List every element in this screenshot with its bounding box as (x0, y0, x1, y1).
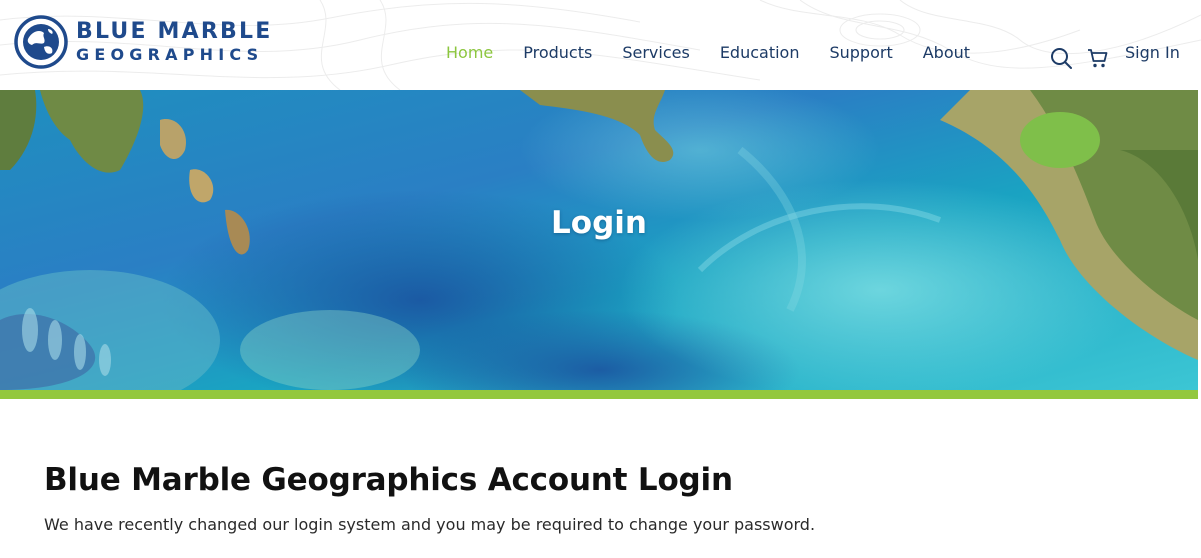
nav-item-support[interactable]: Support (829, 43, 892, 62)
accent-divider (0, 390, 1198, 399)
nav-item-education[interactable]: Education (720, 43, 800, 62)
cart-icon[interactable] (1087, 47, 1109, 69)
logo-line-1: BLUE MARBLE (76, 19, 273, 44)
hero-title: Login (551, 205, 647, 241)
nav-item-products[interactable]: Products (523, 43, 592, 62)
logo-line-2: GEOGRAPHICS (76, 45, 264, 64)
password-change-notice: We have recently changed our login syste… (44, 515, 816, 534)
nav-item-home[interactable]: Home (446, 43, 493, 62)
nav-item-about[interactable]: About (923, 43, 970, 62)
nav-item-services[interactable]: Services (622, 43, 689, 62)
site-header: BLUE MARBLE GEOGRAPHICS Home Products Se… (0, 0, 1201, 90)
hero-banner: Login (0, 90, 1198, 390)
search-icon[interactable] (1050, 47, 1072, 69)
main-navigation: Home Products Services Education Support… (446, 43, 1000, 62)
sign-in-link[interactable]: Sign In (1125, 43, 1180, 62)
page-heading: Blue Marble Geographics Account Login (44, 462, 733, 498)
globe-icon (14, 15, 68, 69)
logo-wordmark: BLUE MARBLE GEOGRAPHICS (76, 21, 272, 63)
brand-logo[interactable]: BLUE MARBLE GEOGRAPHICS (14, 14, 272, 70)
